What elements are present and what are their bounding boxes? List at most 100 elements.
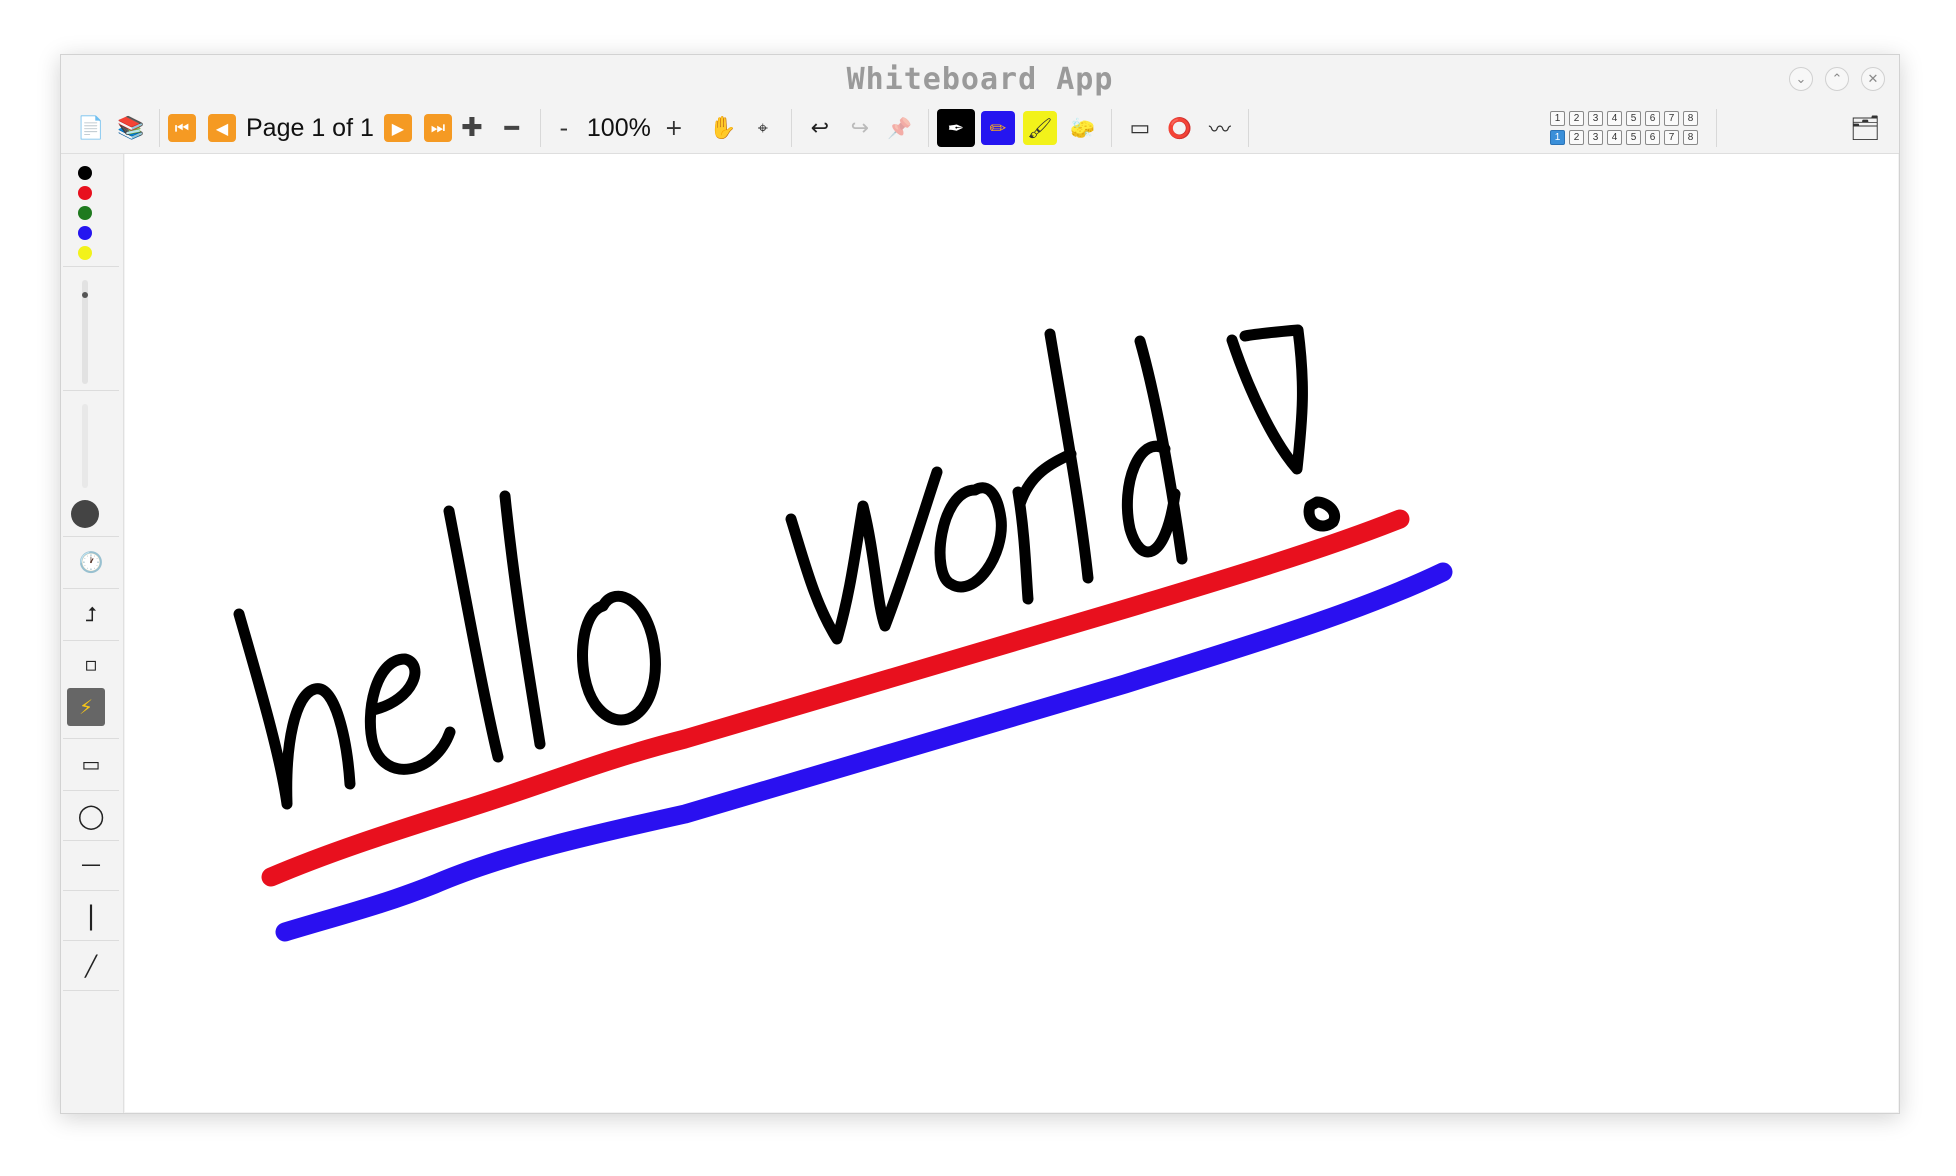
divider bbox=[63, 890, 119, 891]
color-swatch[interactable] bbox=[78, 246, 92, 260]
remove-page-button[interactable]: ━ bbox=[492, 108, 532, 148]
history-tool[interactable]: 🕐 bbox=[67, 538, 115, 586]
circle-icon: ⭕ bbox=[1167, 116, 1193, 140]
divider bbox=[63, 536, 119, 537]
color-swatch[interactable] bbox=[78, 206, 92, 220]
horizontal-line-icon: — bbox=[81, 852, 101, 876]
chevron-down-icon: ⌄ bbox=[1795, 71, 1807, 87]
eraser-tool-button[interactable]: 🧽 bbox=[1063, 108, 1103, 148]
clock-icon: 🕐 bbox=[78, 550, 104, 574]
size-slider[interactable] bbox=[82, 280, 88, 384]
close-icon: ✕ bbox=[1867, 71, 1879, 87]
zoom-in-button[interactable]: + bbox=[659, 108, 689, 148]
circle-shape-button[interactable]: ⭕ bbox=[1160, 108, 1200, 148]
layer-chip[interactable]: 8 bbox=[1683, 111, 1698, 126]
separator bbox=[159, 109, 160, 147]
layer-chip[interactable]: 1 bbox=[1550, 111, 1565, 126]
title-bar: Whiteboard App ⌄ ⌃ ✕ bbox=[61, 55, 1899, 103]
layer-chip[interactable]: 3 bbox=[1588, 111, 1603, 126]
redo-icon: ↪ bbox=[850, 115, 870, 141]
ink-stroke-exclaim bbox=[1226, 324, 1308, 475]
chevron-up-icon: ⌃ bbox=[1831, 71, 1843, 87]
separator bbox=[790, 109, 792, 147]
size-slider-handle[interactable] bbox=[82, 292, 88, 298]
rectangle-tool[interactable]: ▭ bbox=[67, 740, 115, 788]
pointer-tool-button[interactable]: ⌖ bbox=[743, 108, 783, 148]
select-tool[interactable]: ▫ bbox=[67, 640, 115, 688]
opacity-slider[interactable] bbox=[82, 404, 88, 488]
ink-stroke-d bbox=[1121, 335, 1188, 565]
pan-tool-button[interactable]: ✋ bbox=[703, 108, 743, 148]
small-square-icon: ▫ bbox=[84, 652, 98, 676]
separator bbox=[1716, 109, 1717, 147]
diagonal-line-tool[interactable]: ╱ bbox=[67, 942, 115, 990]
divider bbox=[63, 390, 119, 391]
circle-icon: ◯ bbox=[77, 802, 105, 830]
wave-shape-button[interactable]: 〰 bbox=[1200, 108, 1240, 148]
library-button[interactable]: 📚 bbox=[111, 108, 151, 148]
pin-button[interactable]: 📌 bbox=[880, 108, 920, 148]
marker-tool-button[interactable]: ✏ bbox=[980, 111, 1015, 145]
layer-chip[interactable]: 5 bbox=[1626, 111, 1641, 126]
separator bbox=[1247, 109, 1249, 147]
layer-chip[interactable]: 7 bbox=[1664, 111, 1679, 126]
add-page-button[interactable]: ✚ bbox=[452, 108, 492, 148]
layer-chip[interactable]: 2 bbox=[1569, 130, 1584, 145]
layer-chip[interactable]: 1 bbox=[1550, 130, 1565, 145]
divider bbox=[63, 940, 119, 941]
color-swatch[interactable] bbox=[78, 226, 92, 240]
maximize-button[interactable]: ⌃ bbox=[1825, 67, 1849, 91]
vertical-line-tool[interactable]: | bbox=[67, 892, 115, 940]
ink-stroke-e bbox=[364, 653, 456, 775]
divider bbox=[63, 790, 119, 791]
arrow-tool[interactable]: ⮥ bbox=[67, 590, 115, 638]
laser-tool[interactable]: ⚡ bbox=[67, 688, 105, 726]
close-button[interactable]: ✕ bbox=[1861, 67, 1885, 91]
divider bbox=[63, 990, 119, 991]
canvas-ink-layer bbox=[233, 324, 1453, 942]
layer-chip[interactable]: 7 bbox=[1664, 130, 1679, 145]
pin-icon: 📌 bbox=[887, 116, 913, 140]
rect-shape-button[interactable]: ▭ bbox=[1120, 108, 1160, 148]
zoom-level: 100% bbox=[586, 113, 651, 142]
ink-stroke-h bbox=[233, 608, 356, 810]
ink-stroke-o bbox=[577, 590, 661, 726]
left-sidebar: 🕐 ⮥ ▫ ⚡ ▭ ◯ — | ╱ bbox=[61, 154, 124, 1113]
ink-stroke-l2 bbox=[499, 490, 546, 750]
layer-chip[interactable]: 6 bbox=[1645, 130, 1660, 145]
pen-tool-button[interactable]: ✒ bbox=[936, 109, 975, 147]
drawing-canvas[interactable] bbox=[125, 154, 1898, 1112]
prev-page-button[interactable]: ◀ bbox=[208, 114, 236, 142]
minimize-button[interactable]: ⌄ bbox=[1789, 67, 1813, 91]
layer-row-top: 12345678 bbox=[1550, 111, 1698, 126]
new-page-button[interactable]: 📄 bbox=[71, 108, 111, 148]
next-page-button[interactable]: ▶ bbox=[383, 114, 412, 142]
rectangle-icon: ▭ bbox=[1129, 115, 1151, 141]
color-swatch[interactable] bbox=[78, 166, 92, 180]
pencil-icon: ✏ bbox=[989, 116, 1007, 140]
last-page-icon: ⏭ bbox=[430, 118, 446, 137]
pen-icon: ✒ bbox=[947, 116, 965, 140]
first-page-button[interactable]: ⏮ bbox=[168, 114, 196, 142]
highlighter-tool-button[interactable]: 🖌 bbox=[1022, 111, 1057, 145]
zoom-out-button[interactable]: - bbox=[549, 108, 579, 148]
zoom-in-label: + bbox=[664, 115, 684, 141]
layer-chip[interactable]: 8 bbox=[1683, 130, 1698, 145]
layer-chip[interactable]: 5 bbox=[1626, 130, 1641, 145]
color-swatch[interactable] bbox=[78, 186, 92, 200]
last-page-button[interactable]: ⏭ bbox=[423, 114, 452, 142]
circle-tool[interactable]: ◯ bbox=[67, 792, 115, 840]
folder-button[interactable]: 🗂 bbox=[1845, 108, 1885, 148]
divider bbox=[63, 588, 119, 589]
layer-chip[interactable]: 4 bbox=[1607, 130, 1622, 145]
undo-button[interactable]: ↩ bbox=[800, 108, 840, 148]
redo-button[interactable]: ↪ bbox=[840, 108, 880, 148]
layer-chip[interactable]: 3 bbox=[1588, 130, 1603, 145]
horizontal-line-tool[interactable]: — bbox=[67, 840, 115, 888]
layer-chip[interactable]: 6 bbox=[1645, 111, 1660, 126]
layer-chip[interactable]: 4 bbox=[1607, 111, 1622, 126]
plus-icon: ✚ bbox=[460, 113, 483, 143]
layer-chip[interactable]: 2 bbox=[1569, 111, 1584, 126]
minus-icon: ━ bbox=[504, 114, 520, 142]
books-icon: 📚 bbox=[117, 115, 145, 141]
